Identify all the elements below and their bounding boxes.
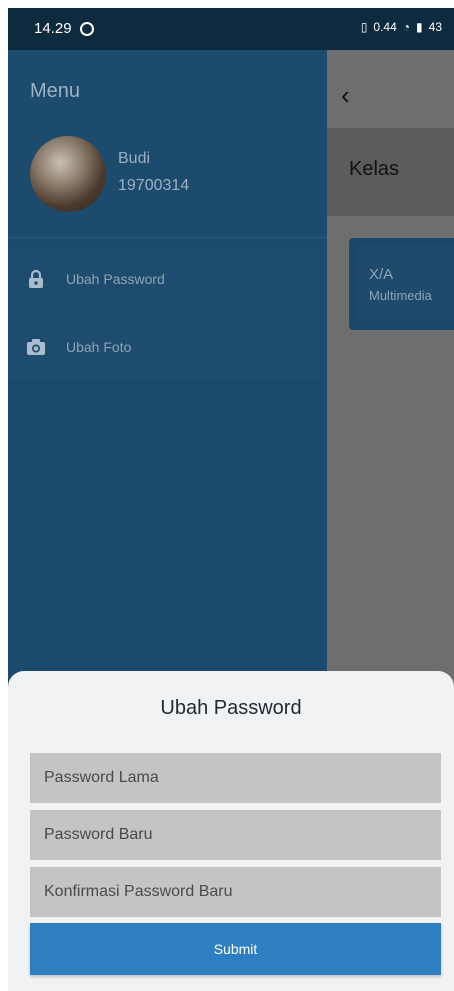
- drawer-item-label: Ubah Foto: [66, 339, 132, 355]
- confirm-password-field[interactable]: [30, 867, 441, 917]
- battery-level: 43: [428, 20, 442, 34]
- class-card-inner: X/A Multimedia: [357, 246, 454, 320]
- class-desc: Multimedia: [369, 288, 432, 303]
- class-name: X/A: [369, 266, 394, 283]
- back-arrow-icon[interactable]: ‹: [341, 80, 350, 111]
- net-speed: 0.44: [373, 20, 397, 34]
- avatar[interactable]: [30, 136, 106, 212]
- vibrate-icon: ▯: [360, 20, 368, 34]
- page-title: Kelas: [349, 158, 400, 180]
- old-password-field[interactable]: [30, 753, 441, 803]
- lock-icon: [26, 269, 46, 289]
- user-name: Budi: [118, 150, 151, 167]
- system-icons: ▯ 0.44 ◔ ▮ 43: [361, 20, 442, 34]
- status-time: 14.29: [34, 20, 72, 37]
- new-password-input[interactable]: [44, 810, 441, 860]
- signal-icon: ▮: [416, 20, 423, 34]
- drawer-title: Menu: [30, 80, 81, 102]
- user-id: 19700314: [118, 177, 190, 194]
- status-bar: 14.29 ▯ 0.44 ◔ ▮ 43: [8, 8, 454, 50]
- app-screen: 14.29 ▯ 0.44 ◔ ▮ 43 Menu Budi 19700314 U…: [8, 8, 454, 991]
- whatsapp-icon: [79, 21, 94, 36]
- sheet-title: Ubah Password: [160, 697, 302, 719]
- wifi-icon: ◔: [402, 20, 411, 34]
- camera-icon: [26, 337, 46, 357]
- new-password-field[interactable]: [30, 810, 441, 860]
- old-password-input[interactable]: [44, 753, 441, 803]
- bottom-sheet: Ubah Password Submit: [8, 671, 454, 991]
- submit-button[interactable]: Submit: [30, 923, 441, 975]
- class-card[interactable]: X/A Multimedia: [349, 238, 454, 330]
- drawer-item-ubah-foto[interactable]: Ubah Foto: [8, 314, 327, 380]
- drawer-header: Menu Budi 19700314: [8, 50, 327, 238]
- confirm-password-input[interactable]: [44, 867, 441, 917]
- drawer-item-label: Ubah Password: [66, 271, 165, 287]
- drawer-item-ubah-password[interactable]: Ubah Password: [8, 246, 327, 312]
- status-time-group: 14.29: [34, 20, 94, 37]
